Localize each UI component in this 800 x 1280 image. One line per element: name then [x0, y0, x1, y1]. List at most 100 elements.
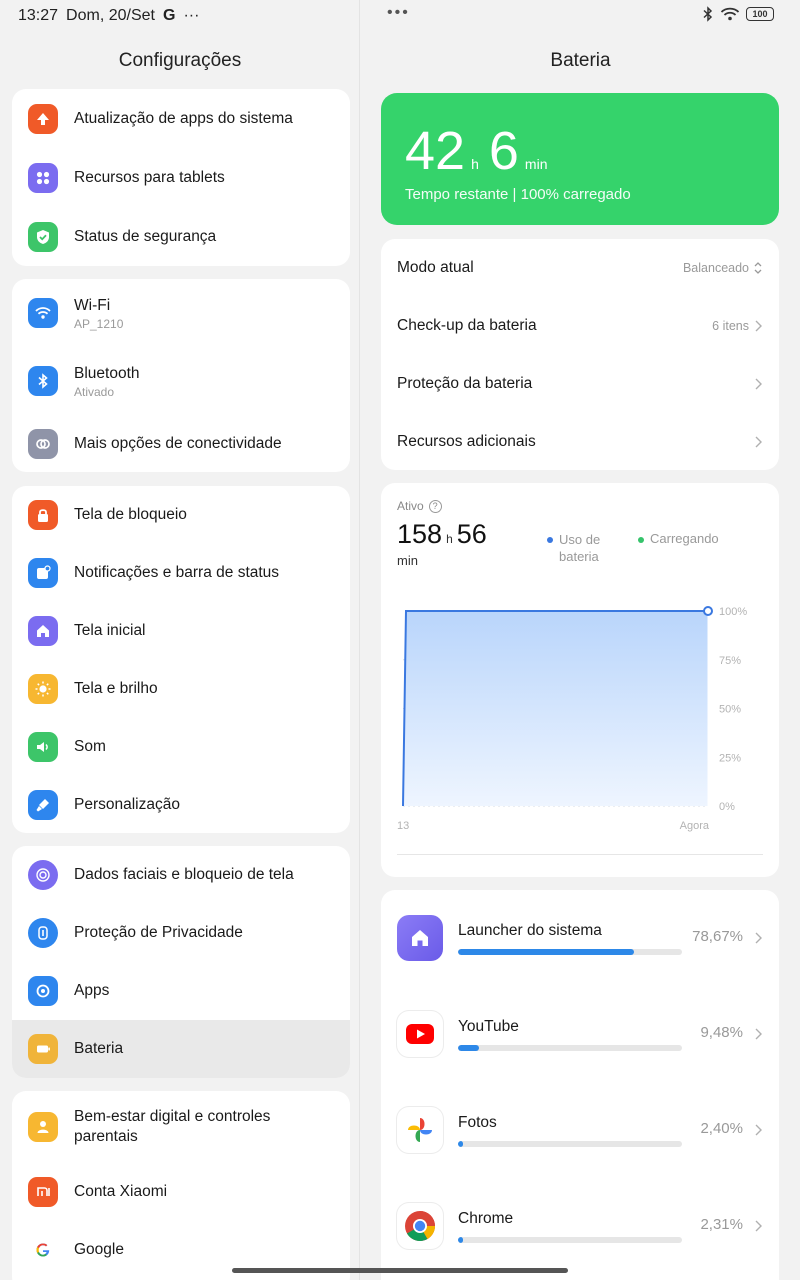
sidebar-item-label: Proteção de Privacidade: [74, 924, 243, 941]
remaining-hours: 42: [405, 121, 466, 181]
page-title: Configurações: [118, 50, 242, 71]
sidebar-item-home-screen[interactable]: Tela inicial: [12, 602, 350, 660]
sidebar-item-label: Bem-estar digital e controles parentais: [74, 1108, 271, 1145]
x-tick-label: Agora: [680, 820, 710, 832]
notification-icon: [28, 558, 58, 588]
usage-percent: 2,31%: [700, 1216, 743, 1233]
hours-unit: h: [471, 156, 479, 172]
sidebar-item-display-brightness[interactable]: Tela e brilho: [12, 660, 350, 718]
wellbeing-icon: [28, 1112, 58, 1142]
sidebar-item-wifi[interactable]: Wi-Fi AP_1210: [12, 279, 350, 347]
remaining-minutes: 6: [488, 121, 519, 181]
sidebar-item-label: Som: [74, 738, 106, 755]
battery-protection-row[interactable]: Proteção da bateria: [381, 355, 779, 413]
sidebar-item-tablet-features[interactable]: Recursos para tablets: [12, 148, 350, 207]
battery-level-chart: 100% 75% 50% 25% 0% 13 Agora: [397, 606, 747, 832]
sidebar-item-personalization[interactable]: Personalização: [12, 776, 350, 833]
settings-group-privacy: Dados faciais e bloqueio de tela Proteçã…: [12, 846, 350, 1078]
row-label: Recursos adicionais: [397, 433, 536, 450]
sidebar-item-xiaomi-account[interactable]: Conta Xiaomi: [12, 1163, 350, 1221]
brush-icon: [28, 790, 58, 820]
sidebar-item-label: Conta Xiaomi: [74, 1183, 168, 1200]
app-name: Launcher do sistema: [458, 922, 602, 939]
chevron-right-icon: [755, 1028, 762, 1040]
sidebar-item-battery[interactable]: Bateria: [12, 1020, 350, 1078]
battery-usage-card: Ativo ? 158 h 56 min Uso de bateria Carr…: [381, 483, 779, 877]
home-icon: [28, 616, 58, 646]
app-row-youtube[interactable]: YouTube 9,48%: [381, 986, 779, 1082]
photos-icon: [397, 1107, 443, 1153]
row-value: 6 itens: [712, 319, 763, 333]
sidebar-item-label: Personalização: [74, 796, 180, 813]
face-icon: [28, 860, 58, 890]
battery-checkup-row[interactable]: Check-up da bateria 6 itens: [381, 297, 779, 355]
battery-status-icon: 100: [746, 7, 774, 21]
sidebar-item-more-connectivity[interactable]: Mais opções de conectividade: [12, 415, 350, 472]
minutes-unit: min: [524, 156, 548, 172]
youtube-icon: [397, 1011, 443, 1057]
chevron-right-icon: [755, 932, 762, 944]
usage-area: [403, 611, 708, 806]
usage-percent: 2,40%: [700, 1120, 743, 1137]
sidebar-item-label: Notificações e barra de status: [74, 564, 280, 581]
sidebar-item-label: Apps: [74, 982, 110, 999]
usage-bar-fill: [458, 1141, 464, 1147]
row-label: Modo atual: [397, 259, 474, 276]
sidebar-item-security-status[interactable]: Status de segurança: [12, 207, 350, 266]
sidebar-item-label: Tela de bloqueio: [74, 506, 187, 523]
remaining-description: Tempo restante | 100% carregado: [405, 186, 631, 203]
sidebar-item-label: Status de segurança: [74, 227, 217, 245]
sidebar-item-bluetooth[interactable]: Bluetooth Ativado: [12, 347, 350, 415]
sidebar-item-digital-wellbeing[interactable]: Bem-estar digital e controles parentais: [12, 1091, 350, 1163]
usage-bar: [458, 1141, 682, 1147]
remaining-time: 42 h 6 min: [405, 123, 557, 179]
app-name: YouTube: [458, 1018, 519, 1035]
sidebar-item-lock-screen[interactable]: Tela de bloqueio: [12, 486, 350, 544]
panel-title: Bateria: [550, 50, 611, 71]
settings-group-accounts: Bem-estar digital e controles parentais …: [12, 1091, 350, 1280]
wifi-icon: [28, 298, 58, 328]
current-mode-row[interactable]: Modo atual Balanceado: [381, 239, 779, 297]
checkup-count: 6 itens: [712, 319, 749, 333]
app-name: Chrome: [458, 1210, 514, 1227]
status-time: 13:27: [18, 7, 59, 24]
row-value: Balanceado: [683, 260, 763, 276]
sidebar-item-label: Dados faciais e bloqueio de tela: [74, 866, 294, 883]
battery-remaining-card: 42 h 6 min Tempo restante | 100% carrega…: [381, 93, 779, 225]
usage-bar-fill: [458, 1045, 480, 1051]
status-icons: 100: [702, 6, 774, 22]
current-mode-value: Balanceado: [682, 261, 749, 275]
x-tick-label: 13: [397, 820, 409, 832]
sidebar-item-label: Wi-Fi: [74, 296, 111, 314]
link-icon: [28, 429, 58, 459]
usage-bar: [458, 1045, 682, 1051]
sidebar-item-system-apps-update[interactable]: Atualização de apps do sistema: [12, 89, 350, 148]
chevron-right-icon: [755, 436, 762, 448]
home-indicator[interactable]: [232, 1268, 568, 1273]
row-value: [753, 377, 763, 391]
xiaomi-icon: [28, 1177, 58, 1207]
sidebar-item-notifications[interactable]: Notificações e barra de status: [12, 544, 350, 602]
sidebar-item-sound[interactable]: Som: [12, 718, 350, 776]
chevron-right-icon: [755, 1124, 762, 1136]
wifi-status-icon: [720, 7, 740, 21]
status-bar-left: 13:27 Dom, 20/Set G ···: [18, 6, 199, 26]
y-tick-label: 25%: [719, 752, 741, 764]
bluetooth-status-icon: [703, 6, 713, 22]
bluetooth-icon: [28, 366, 58, 396]
settings-screen: 13:27 Dom, 20/Set G ··· Configurações At…: [0, 0, 800, 1280]
sidebar-item-privacy-protection[interactable]: Proteção de Privacidade: [12, 904, 350, 962]
battery-icon: [28, 1034, 58, 1064]
app-row-chrome[interactable]: Chrome 2,31%: [381, 1178, 779, 1274]
app-row-launcher[interactable]: Launcher do sistema 78,67%: [381, 890, 779, 986]
sidebar-item-label: Google: [74, 1241, 124, 1258]
sidebar-item-face-data[interactable]: Dados faciais e bloqueio de tela: [12, 846, 350, 904]
app-row-photos[interactable]: Fotos 2,40%: [381, 1082, 779, 1178]
bluetooth-status: Ativado: [74, 384, 115, 399]
additional-features-row[interactable]: Recursos adicionais: [381, 413, 779, 471]
usage-bar: [458, 949, 682, 955]
usage-end-point: [703, 606, 713, 616]
row-label: Check-up da bateria: [397, 317, 537, 334]
google-icon: [28, 1235, 58, 1265]
sidebar-item-apps[interactable]: Apps: [12, 962, 350, 1020]
